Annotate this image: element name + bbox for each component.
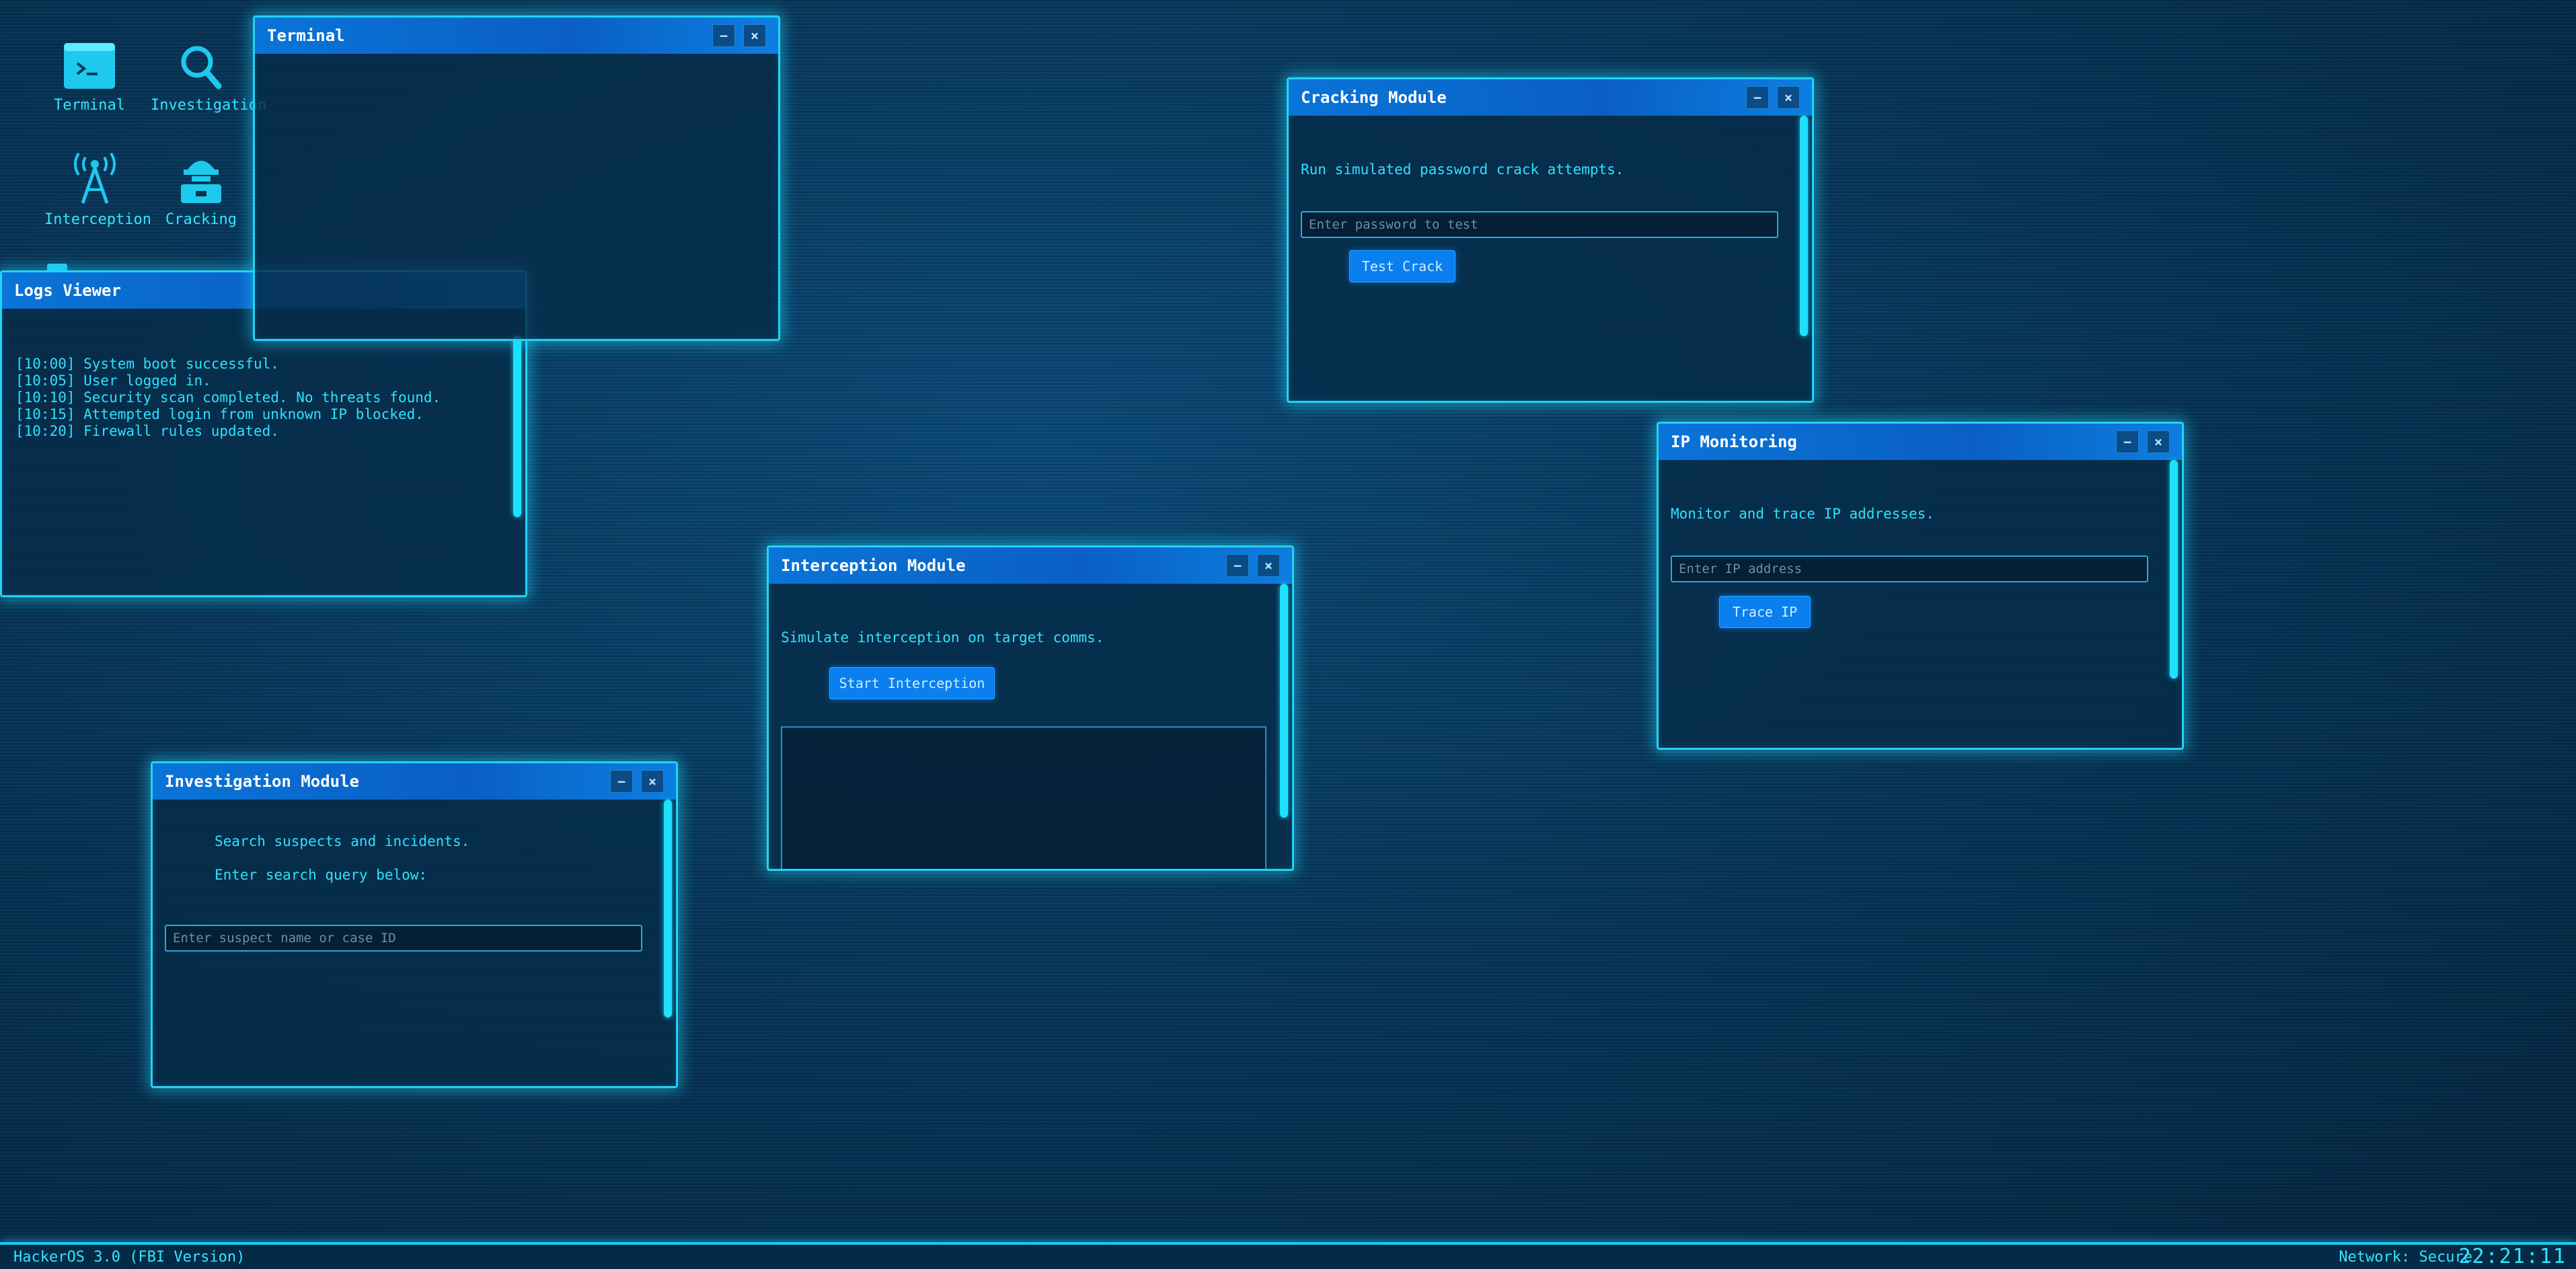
- minimize-button[interactable]: −: [2116, 430, 2139, 453]
- investigation-module-window[interactable]: Investigation Module − × Search suspects…: [151, 761, 678, 1088]
- interception-output-panel: [781, 726, 1266, 869]
- terminal-icon: [64, 43, 115, 89]
- test-crack-button[interactable]: Test Crack: [1349, 250, 1455, 282]
- window-title: Terminal: [267, 26, 345, 45]
- interception-description: Simulate interception on target comms.: [781, 629, 1104, 646]
- desktop-icon-interception[interactable]: Interception: [44, 152, 151, 228]
- ip-monitoring-body: Monitor and trace IP addresses. Trace IP: [1659, 460, 2182, 748]
- window-title: Cracking Module: [1301, 88, 1447, 107]
- network-status: Network: Secure: [2339, 1249, 2472, 1266]
- start-interception-button[interactable]: Start Interception: [829, 667, 995, 699]
- investigation-body: Search suspects and incidents. Enter sea…: [153, 800, 676, 1086]
- suspect-search-input[interactable]: [165, 925, 642, 952]
- investigation-description: Search suspects and incidents.: [215, 833, 470, 849]
- ip-monitoring-titlebar[interactable]: IP Monitoring − ×: [1659, 424, 2182, 460]
- log-line: [10:20] Firewall rules updated.: [15, 423, 279, 439]
- close-button[interactable]: ×: [1777, 86, 1800, 109]
- log-line: [10:05] User logged in.: [15, 373, 211, 389]
- terminal-titlebar[interactable]: Terminal − ×: [255, 17, 778, 54]
- desktop-icon-label: Terminal: [54, 97, 125, 114]
- log-line: [10:15] Attempted login from unknown IP …: [15, 406, 424, 422]
- minimize-button[interactable]: −: [610, 770, 633, 793]
- scrollbar[interactable]: [513, 336, 521, 517]
- cracking-description: Run simulated password crack attempts.: [1301, 161, 1624, 178]
- scrollbar[interactable]: [1800, 116, 1808, 336]
- scrollbar[interactable]: [2170, 460, 2178, 679]
- minimize-button[interactable]: −: [1226, 554, 1249, 577]
- ip-monitoring-window[interactable]: IP Monitoring − × Monitor and trace IP a…: [1657, 422, 2184, 750]
- close-button[interactable]: ×: [2147, 430, 2170, 453]
- close-button[interactable]: ×: [1257, 554, 1280, 577]
- close-button[interactable]: ×: [743, 24, 766, 47]
- search-icon: [181, 46, 222, 89]
- ip-address-input[interactable]: [1671, 555, 2148, 582]
- minimize-button[interactable]: −: [712, 24, 735, 47]
- window-title: Investigation Module: [165, 772, 359, 791]
- desktop-icon-cracking[interactable]: Cracking: [151, 152, 252, 228]
- cracking-module-window[interactable]: Cracking Module − × Run simulated passwo…: [1287, 77, 1814, 403]
- antenna-icon: [73, 152, 116, 204]
- desktop-icon-investigation[interactable]: Investigation: [151, 42, 266, 114]
- close-button[interactable]: ×: [641, 770, 664, 793]
- clock: 22:21:11: [2458, 1245, 2567, 1268]
- minimize-button[interactable]: −: [1746, 86, 1769, 109]
- interception-module-window[interactable]: Interception Module − × Simulate interce…: [767, 545, 1294, 871]
- terminal-body[interactable]: [255, 54, 778, 339]
- logs-viewer-body: [10:00] System boot successful. [10:05] …: [2, 309, 525, 595]
- os-name: HackerOS 3.0 (FBI Version): [13, 1249, 245, 1266]
- log-line: [10:10] Security scan completed. No thre…: [15, 389, 441, 406]
- ip-description: Monitor and trace IP addresses.: [1671, 506, 1934, 522]
- hacker-icon: [181, 161, 221, 203]
- taskbar: HackerOS 3.0 (FBI Version) Network: Secu…: [0, 1242, 2576, 1269]
- window-title: Interception Module: [781, 556, 966, 575]
- trace-ip-button[interactable]: Trace IP: [1719, 596, 1811, 628]
- password-input[interactable]: [1301, 211, 1778, 238]
- investigation-instruction: Enter search query below:: [215, 867, 428, 883]
- scrollbar[interactable]: [1280, 584, 1288, 818]
- interception-titlebar[interactable]: Interception Module − ×: [769, 547, 1292, 584]
- cracking-body: Run simulated password crack attempts. T…: [1289, 116, 1812, 401]
- log-line: [10:00] System boot successful.: [15, 356, 279, 372]
- window-title: IP Monitoring: [1671, 432, 1797, 451]
- cracking-titlebar[interactable]: Cracking Module − ×: [1289, 79, 1812, 116]
- desktop-icon-label: Interception: [44, 211, 151, 228]
- terminal-window[interactable]: Terminal − ×: [253, 15, 780, 341]
- scrollbar[interactable]: [664, 800, 672, 1017]
- desktop-icon-label: Investigation: [151, 97, 267, 114]
- desktop-icon-terminal[interactable]: Terminal: [39, 42, 140, 114]
- investigation-titlebar[interactable]: Investigation Module − ×: [153, 763, 676, 800]
- interception-body: Simulate interception on target comms. S…: [769, 584, 1292, 869]
- desktop-icon-label: Cracking: [165, 211, 237, 228]
